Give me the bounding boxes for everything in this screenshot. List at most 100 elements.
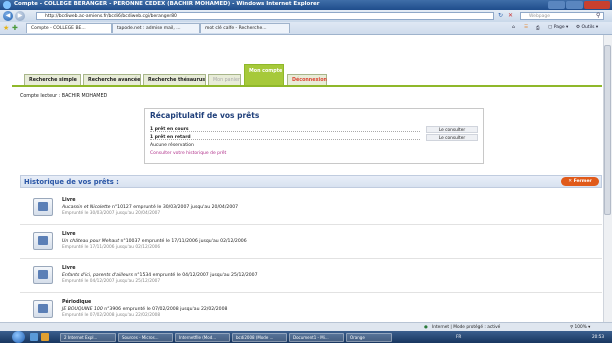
tab-label: Recherche avancée (88, 78, 141, 83)
search-placeholder: Webpage (529, 14, 551, 19)
item-returned: Emprunté le 04/12/2007 jusqu'au 25/12/20… (62, 279, 161, 284)
taskbar-item-bcdi[interactable]: bcdi2008 (Mode ... (232, 333, 287, 342)
quicklaunch-icon[interactable] (41, 333, 49, 341)
dotted-leader (150, 131, 420, 133)
task-label: Orange (350, 335, 365, 340)
feeds-icon[interactable]: ☰ (524, 25, 528, 30)
browser-tab-tapode[interactable]: tapode.net : admise mail, ... (112, 23, 200, 33)
browser-tab-recherche[interactable]: mot clé calfe - Recherche... (200, 23, 290, 33)
item-line[interactable]: Un château pour Mehaut n°10037 emprunté … (62, 239, 247, 244)
item-type: Livre (62, 232, 76, 237)
item-type: Livre (62, 198, 76, 203)
search-input[interactable]: Webpage (520, 12, 604, 20)
item-detail: n°10037 emprunté le 17/11/2006 jusqu'au … (119, 239, 247, 244)
account-label: Compte lecteur : BACHIR MOHAMED (20, 94, 108, 99)
item-returned: Emprunté le 17/11/2006 jusqu'au 02/12/20… (62, 245, 161, 250)
task-label: Internetfile (Mod... (179, 335, 217, 340)
reservation-text: Aucune réservation (150, 143, 194, 148)
item-returned: Emprunté le 07/02/2008 jusqu'au 22/02/20… (62, 313, 161, 318)
item-title: Un château pour Mehaut (62, 239, 120, 244)
history-title: Historique de vos prêts : (24, 178, 119, 186)
home-icon[interactable]: ⌂ (512, 25, 515, 30)
tools-menu[interactable]: ⚙ Outils ▾ (576, 25, 598, 30)
consult-label: Le consulter (438, 128, 466, 133)
page-menu-label: Page (553, 25, 565, 30)
tab-deconnexion[interactable]: Déconnexion (287, 74, 327, 85)
item-detail: n°10127 emprunté le 30/03/2007 jusqu'au … (110, 205, 239, 210)
book-icon (33, 232, 53, 250)
dotted-leader (150, 139, 420, 141)
stop-icon[interactable]: ✕ (508, 12, 516, 20)
task-label: 2 Internet Expl... (64, 335, 98, 340)
tab-mon-compte[interactable]: Mon compte (244, 64, 284, 85)
tab-label: Recherche thésaurus (148, 78, 206, 83)
refresh-icon[interactable]: ↻ (498, 12, 506, 20)
browser-tab-compte[interactable]: Compte - COLLEGE BE... (26, 23, 112, 33)
tab-label: Mon compte (249, 69, 283, 74)
tab-recherche-avancee[interactable]: Recherche avancée (83, 74, 141, 85)
item-title: Enfants d'ici, parents d'ailleurs (62, 273, 133, 278)
item-title: Aucassin et Nicolette (62, 205, 111, 210)
address-input[interactable]: http://bcdiweb.ac-amiens.fr/bcdi6/bcdiwe… (36, 12, 494, 20)
window-title: Compte - COLLEGE BERANGER - PERONNE CEDE… (14, 1, 320, 7)
tab-label: Compte - COLLEGE BE... (31, 26, 86, 31)
task-label: bcdi2008 (Mode ... (236, 335, 274, 340)
zoom-value: 100% (574, 325, 587, 330)
item-line[interactable]: JE BOUQUINE 100 n°3906 emprunté le 07/02… (62, 307, 227, 312)
item-title: JE BOUQUINE 100 (62, 307, 103, 312)
close-history-button[interactable]: ✕ Fermer (561, 177, 599, 186)
separator (20, 292, 602, 293)
page-menu[interactable]: ▢ Page ▾ (548, 25, 568, 30)
url-text: http://bcdiweb.ac-amiens.fr/bcdi6/bcdiwe… (45, 14, 177, 19)
print-icon[interactable]: ⎙ (536, 25, 540, 31)
tab-label: Recherche simple (29, 78, 77, 83)
taskbar-item-ie[interactable]: 2 Internet Expl... (60, 333, 116, 342)
add-favorite-icon[interactable]: ✚ (12, 24, 18, 32)
history-link[interactable]: Consulter votre historique de prêt (150, 151, 226, 156)
book-icon (33, 266, 53, 284)
start-button[interactable] (12, 331, 25, 343)
tab-label: tapode.net : admise mail, ... (117, 26, 181, 31)
tab-label: mot clé calfe - Recherche... (205, 26, 267, 31)
summary-title: Récapitulatif de vos prêts (150, 111, 260, 120)
language-indicator[interactable]: FR (456, 334, 461, 339)
window-title-bar: Compte - COLLEGE BERANGER - PERONNE CEDE… (0, 0, 612, 10)
favorites-star-icon[interactable]: ★ (3, 24, 9, 32)
close-label: Fermer (573, 179, 592, 184)
task-label: Sources - Micros... (122, 335, 159, 340)
tools-menu-label: Outils (581, 25, 595, 30)
taskbar-item-orange[interactable]: Orange (346, 333, 392, 342)
ie-logo-icon (3, 1, 11, 9)
item-detail: n°1534 emprunté le 04/12/2007 jusqu'au 2… (132, 273, 258, 278)
tab-recherche-thesaurus[interactable]: Recherche thésaurus (143, 74, 206, 85)
forward-button[interactable]: ▶ (15, 11, 25, 21)
task-label: Document1 - Mi... (293, 335, 329, 340)
item-line[interactable]: Aucassin et Nicolette n°10127 emprunté l… (62, 205, 238, 210)
separator (20, 224, 602, 225)
tab-label: Déconnexion (292, 78, 327, 83)
item-returned: Emprunté le 30/03/2007 jusqu'au 20/04/20… (62, 211, 161, 216)
taskbar-item-document[interactable]: Document1 - Mi... (289, 333, 344, 342)
scrollbar-thumb[interactable] (604, 45, 611, 215)
book-icon (33, 300, 53, 318)
tab-recherche-simple[interactable]: Recherche simple (24, 74, 81, 85)
close-window-button[interactable] (584, 1, 610, 9)
taskbar-item-sources[interactable]: Sources - Micros... (118, 333, 173, 342)
book-icon (33, 198, 53, 216)
item-line[interactable]: Enfants d'ici, parents d'ailleurs n°1534… (62, 273, 258, 278)
quicklaunch-icon[interactable] (30, 333, 38, 341)
tab-underline (12, 85, 602, 87)
back-button[interactable]: ◀ (3, 11, 13, 21)
tab-mon-panier[interactable]: Mon panier (208, 74, 241, 85)
minimize-button[interactable] (548, 1, 565, 9)
item-detail: n°3906 emprunté le 07/02/2008 jusqu'au 2… (102, 307, 228, 312)
consult-current-button[interactable]: Le consulter (426, 126, 478, 133)
taskbar-item-internetfile[interactable]: Internetfile (Mod... (175, 333, 230, 342)
consult-late-button[interactable]: Le consulter (426, 134, 478, 141)
consult-label: Le consulter (438, 136, 466, 141)
item-type: Livre (62, 266, 76, 271)
system-clock[interactable]: 20:53 (592, 334, 604, 339)
search-icon[interactable]: ⚲ (596, 12, 600, 20)
item-type: Périodique (62, 300, 92, 305)
maximize-button[interactable] (566, 1, 583, 9)
